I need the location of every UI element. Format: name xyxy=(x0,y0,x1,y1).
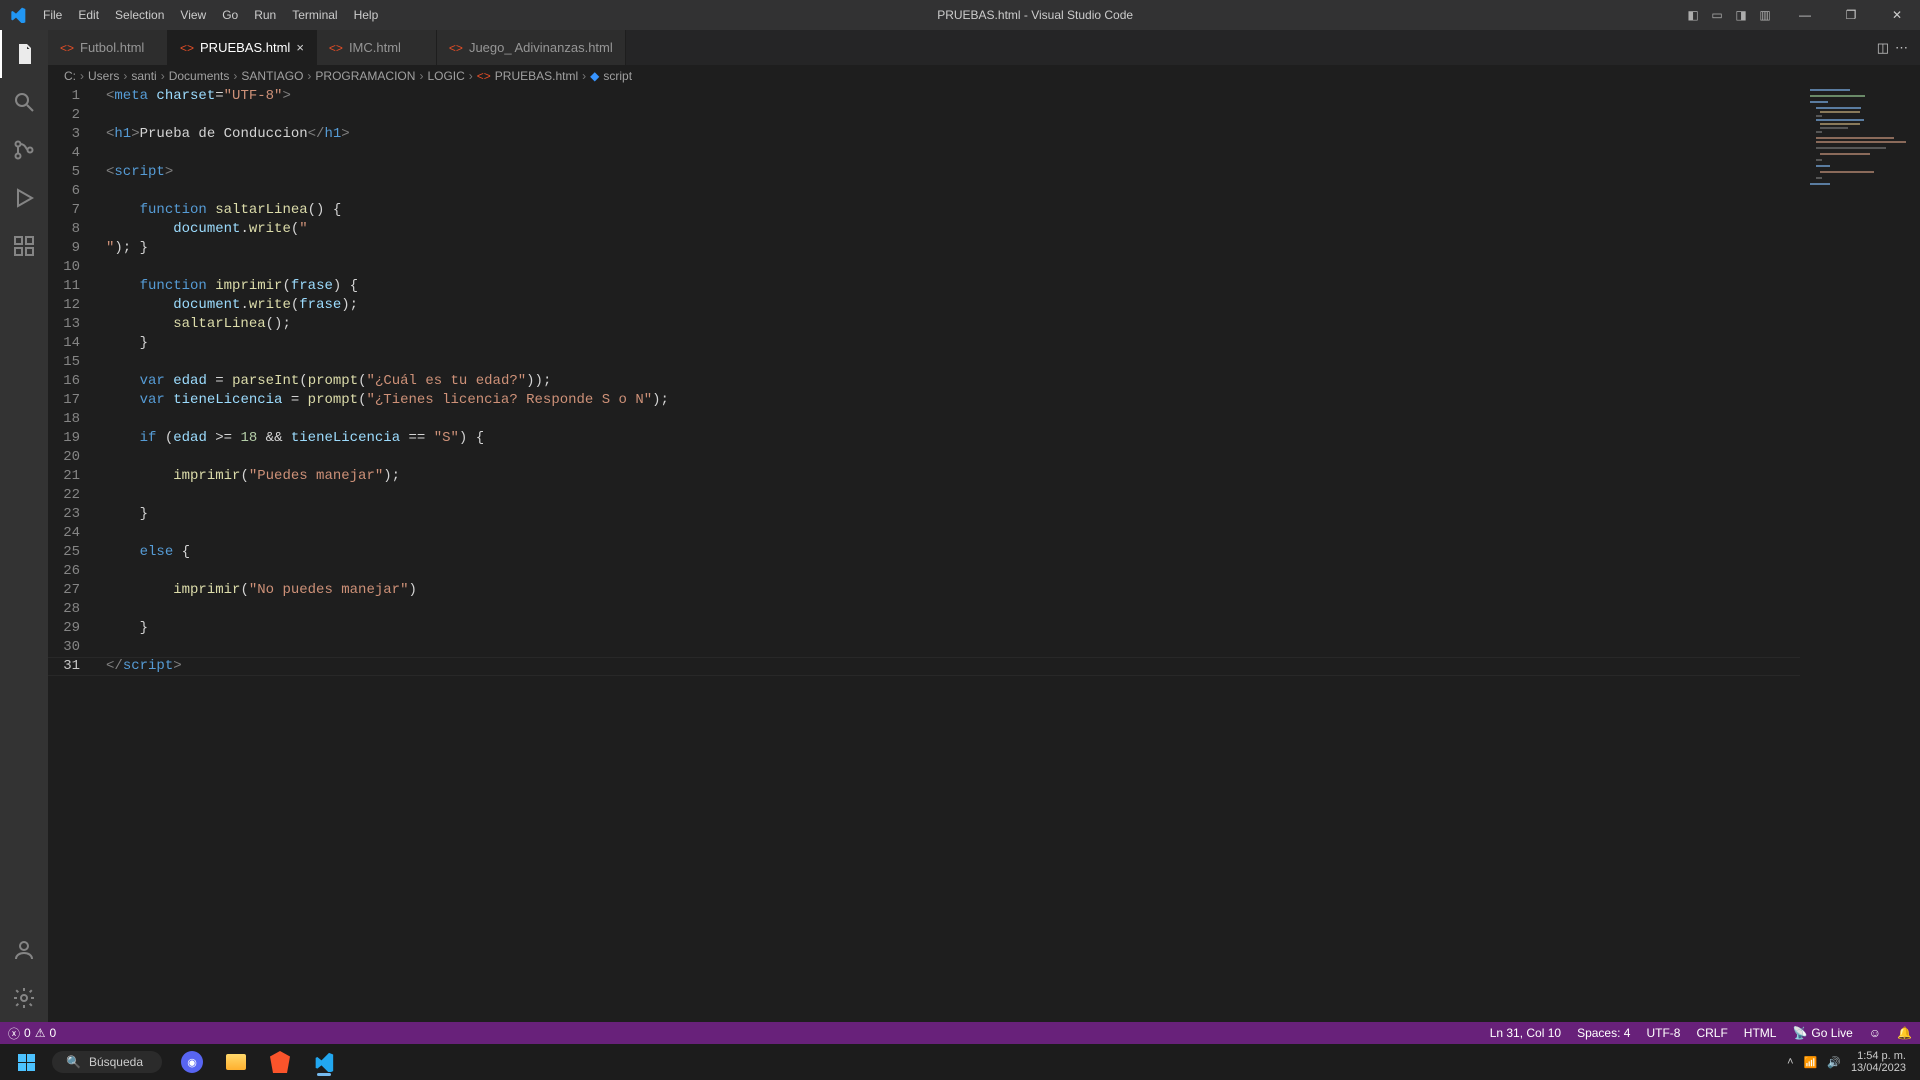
taskbar-clock[interactable]: 1:54 p. m. 13/04/2023 xyxy=(1851,1050,1914,1074)
tab-label: IMC.html xyxy=(349,40,401,55)
tab-juego[interactable]: <> Juego_ Adivinanzas.html xyxy=(437,30,626,65)
breadcrumb-segment[interactable]: LOGIC xyxy=(427,69,464,83)
warning-count: 0 xyxy=(49,1026,56,1040)
tab-label: Futbol.html xyxy=(80,40,144,55)
tray-chevron-icon[interactable]: ˄ xyxy=(1787,1056,1793,1068)
html-file-icon: <> xyxy=(60,41,74,55)
search-icon: 🔍 xyxy=(66,1055,81,1069)
taskbar-search[interactable]: 🔍 Búsqueda xyxy=(52,1051,162,1073)
status-cursor[interactable]: Ln 31, Col 10 xyxy=(1490,1026,1561,1040)
taskbar-app-brave[interactable] xyxy=(260,1047,300,1077)
layout-toggle-1-icon[interactable]: ◧ xyxy=(1684,8,1702,22)
more-actions-icon[interactable]: ⋯ xyxy=(1895,40,1908,56)
vscode-icon xyxy=(0,7,35,23)
status-language[interactable]: HTML xyxy=(1744,1026,1777,1040)
tab-label: PRUEBAS.html xyxy=(200,40,290,55)
html-file-icon: <> xyxy=(180,41,194,55)
tray-wifi-icon[interactable]: 📶 xyxy=(1804,1056,1818,1069)
editor[interactable]: 1234567891011121314151617181920212223242… xyxy=(48,87,1920,1022)
html-file-icon: <> xyxy=(477,69,491,83)
menu-bar: File Edit Selection View Go Run Terminal… xyxy=(35,0,386,30)
close-button[interactable]: ✕ xyxy=(1874,0,1920,30)
search-placeholder: Búsqueda xyxy=(89,1055,143,1069)
taskbar-app-explorer[interactable] xyxy=(216,1047,256,1077)
tab-futbol[interactable]: <> Futbol.html xyxy=(48,30,168,65)
status-eol[interactable]: CRLF xyxy=(1696,1026,1727,1040)
status-encoding[interactable]: UTF-8 xyxy=(1646,1026,1680,1040)
editor-layout-icons: ◧ ▭ ◨ ▥ xyxy=(1684,8,1782,22)
tab-pruebas[interactable]: <> PRUEBAS.html × xyxy=(168,30,317,65)
maximize-button[interactable]: ❐ xyxy=(1828,0,1874,30)
breadcrumb[interactable]: C:› Users› santi› Documents› SANTIAGO› P… xyxy=(48,65,1920,87)
breadcrumb-segment[interactable]: C: xyxy=(64,69,76,83)
start-button[interactable] xyxy=(6,1047,46,1077)
activity-bar xyxy=(0,30,48,1022)
menu-edit[interactable]: Edit xyxy=(70,0,107,30)
title-bar: File Edit Selection View Go Run Terminal… xyxy=(0,0,1920,30)
menu-view[interactable]: View xyxy=(172,0,214,30)
tab-actions: ◫ ⋯ xyxy=(1877,30,1920,65)
tab-label: Juego_ Adivinanzas.html xyxy=(469,40,613,55)
code-content[interactable]: <meta charset="UTF-8"><h1>Prueba de Cond… xyxy=(106,87,1800,676)
line-number-gutter: 1234567891011121314151617181920212223242… xyxy=(48,87,98,676)
breadcrumb-segment[interactable]: SANTIAGO xyxy=(241,69,303,83)
status-golive[interactable]: 📡 Go Live xyxy=(1792,1026,1852,1040)
menu-file[interactable]: File xyxy=(35,0,70,30)
script-symbol-icon: ◆ xyxy=(590,69,599,83)
menu-run[interactable]: Run xyxy=(246,0,284,30)
breadcrumb-segment[interactable]: PRUEBAS.html xyxy=(495,69,578,83)
tab-bar: <> Futbol.html <> PRUEBAS.html × <> IMC.… xyxy=(48,30,1920,65)
menu-go[interactable]: Go xyxy=(214,0,246,30)
activity-account[interactable] xyxy=(0,926,48,974)
taskbar-apps: ◉ xyxy=(172,1047,344,1077)
activity-scm[interactable] xyxy=(0,126,48,174)
clock-time: 1:54 p. m. xyxy=(1851,1050,1906,1062)
breadcrumb-segment[interactable]: santi xyxy=(131,69,156,83)
activity-explorer[interactable] xyxy=(0,30,48,78)
tray-volume-icon[interactable]: 🔊 xyxy=(1827,1056,1841,1069)
warning-icon: ⚠ xyxy=(35,1026,46,1040)
window-controls: ― ❐ ✕ xyxy=(1782,0,1920,30)
window-title: PRUEBAS.html - Visual Studio Code xyxy=(386,8,1684,22)
status-feedback[interactable]: ☺ xyxy=(1869,1026,1881,1040)
error-count: 0 xyxy=(24,1026,31,1040)
html-file-icon: <> xyxy=(449,41,463,55)
breadcrumb-segment[interactable]: Users xyxy=(88,69,119,83)
activity-extensions[interactable] xyxy=(0,222,48,270)
activity-settings[interactable] xyxy=(0,974,48,1022)
status-bell[interactable]: 🔔 xyxy=(1897,1026,1912,1040)
taskbar-app-discord[interactable]: ◉ xyxy=(172,1047,212,1077)
windows-taskbar: 🔍 Búsqueda ◉ ˄ 📶 🔊 1:54 p. m. 13/04/2023 xyxy=(0,1044,1920,1080)
menu-help[interactable]: Help xyxy=(346,0,387,30)
breadcrumb-segment[interactable]: PROGRAMACION xyxy=(315,69,415,83)
taskbar-tray: ˄ 📶 🔊 1:54 p. m. 13/04/2023 xyxy=(1787,1050,1914,1074)
split-editor-icon[interactable]: ◫ xyxy=(1877,40,1889,56)
activity-debug[interactable] xyxy=(0,174,48,222)
activity-search[interactable] xyxy=(0,78,48,126)
taskbar-app-vscode[interactable] xyxy=(304,1047,344,1077)
status-spaces[interactable]: Spaces: 4 xyxy=(1577,1026,1630,1040)
tab-close-icon[interactable]: × xyxy=(296,40,304,55)
tab-imc[interactable]: <> IMC.html xyxy=(317,30,437,65)
broadcast-icon: 📡 xyxy=(1792,1026,1807,1040)
minimap[interactable] xyxy=(1806,87,1906,1022)
status-bar: ⓧ0 ⚠0 Ln 31, Col 10 Spaces: 4 UTF-8 CRLF… xyxy=(0,1022,1920,1044)
html-file-icon: <> xyxy=(329,41,343,55)
clock-date: 13/04/2023 xyxy=(1851,1062,1906,1074)
menu-selection[interactable]: Selection xyxy=(107,0,172,30)
windows-logo-icon xyxy=(18,1054,35,1071)
status-errors[interactable]: ⓧ0 ⚠0 xyxy=(8,1025,56,1042)
error-icon: ⓧ xyxy=(8,1025,20,1042)
layout-toggle-4-icon[interactable]: ▥ xyxy=(1756,8,1774,22)
golive-label: Go Live xyxy=(1811,1026,1852,1040)
layout-toggle-2-icon[interactable]: ▭ xyxy=(1708,8,1726,22)
minimize-button[interactable]: ― xyxy=(1782,0,1828,30)
menu-terminal[interactable]: Terminal xyxy=(284,0,345,30)
breadcrumb-segment[interactable]: script xyxy=(603,69,632,83)
layout-toggle-3-icon[interactable]: ◨ xyxy=(1732,8,1750,22)
breadcrumb-segment[interactable]: Documents xyxy=(169,69,230,83)
